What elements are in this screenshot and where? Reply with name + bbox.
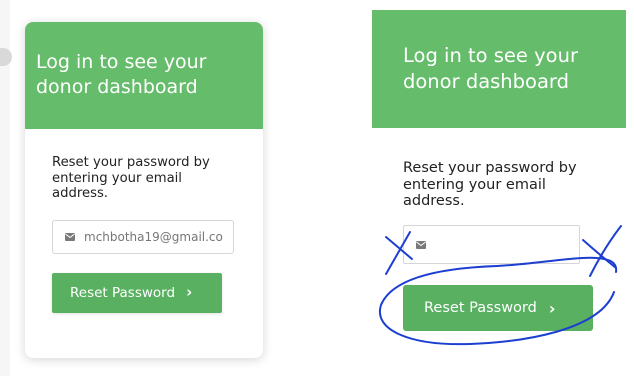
cross-mark-left [385, 231, 413, 275]
annotation-overlay [378, 225, 622, 346]
circle-around-button [378, 256, 618, 346]
